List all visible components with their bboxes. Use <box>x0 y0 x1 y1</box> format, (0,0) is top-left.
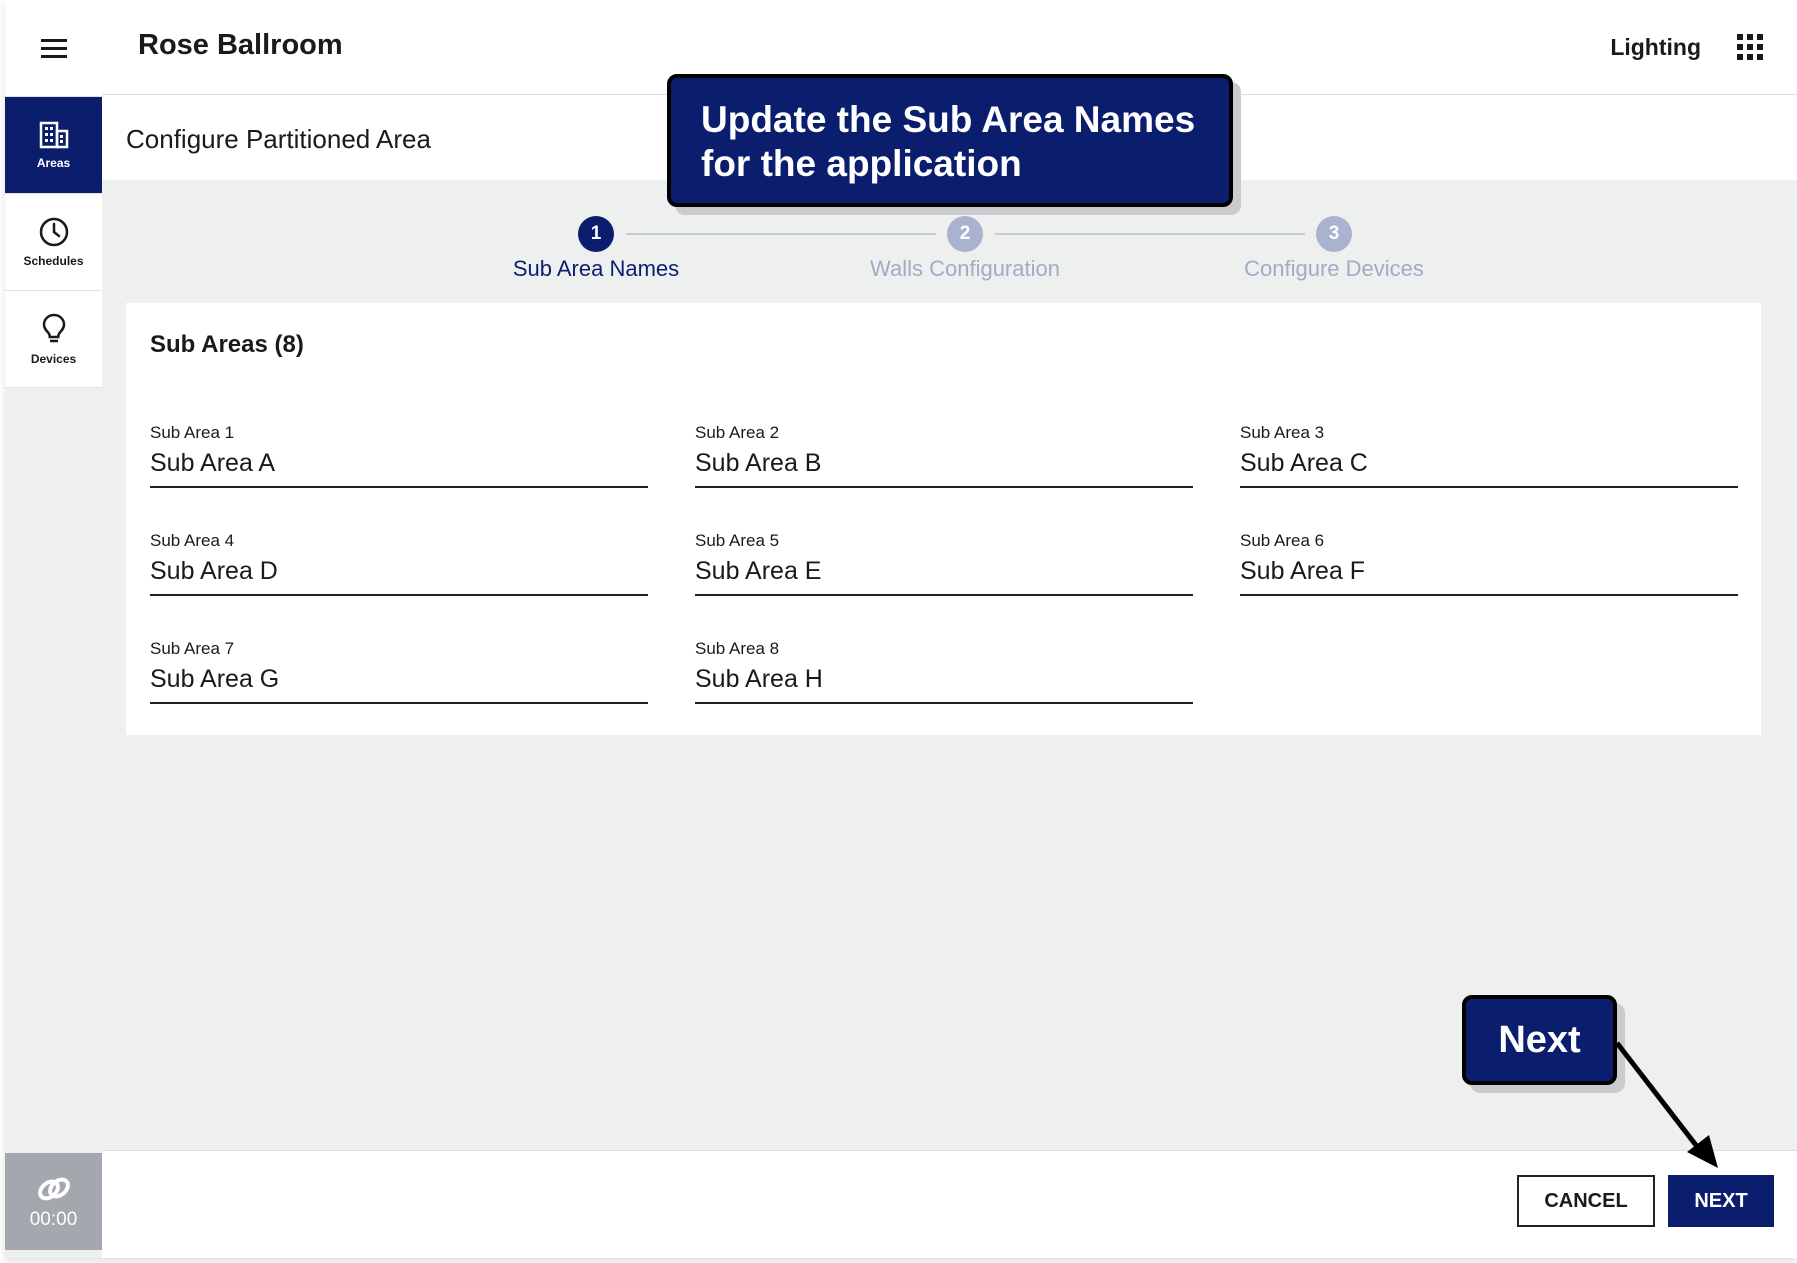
next-hint-text: Next <box>1498 1018 1581 1061</box>
sub-area-field-1: Sub Area 1 <box>150 423 648 501</box>
link-icon <box>37 1177 70 1200</box>
field-label: Sub Area 8 <box>695 639 780 658</box>
sub-area-field-7: Sub Area 7 <box>150 639 648 717</box>
step-sub-area-names[interactable]: 1 Sub Area Names <box>436 216 756 282</box>
callout-emphasis: Sub Area Names <box>902 99 1196 140</box>
sub-area-name-input-2[interactable] <box>695 449 1193 488</box>
footer-bar: CANCEL NEXT <box>102 1150 1797 1258</box>
sub-area-field-5: Sub Area 5 <box>695 531 1193 609</box>
sidebar-item-devices[interactable]: Devices <box>5 291 102 388</box>
sidebar-item-areas[interactable]: Areas <box>5 97 102 194</box>
building-icon <box>39 121 68 149</box>
sub-area-field-3: Sub Area 3 <box>1240 423 1738 501</box>
app-grid-icon[interactable] <box>1736 33 1764 61</box>
sub-area-name-input-5[interactable] <box>695 557 1193 596</box>
field-label: Sub Area 5 <box>695 531 780 550</box>
sub-areas-card: Sub Areas (8) Sub Area 1 Sub Area 2 Sub … <box>126 303 1761 735</box>
sub-area-field-6: Sub Area 6 <box>1240 531 1738 609</box>
app-name: Lighting <box>1610 34 1701 60</box>
session-timer[interactable]: 00:00 <box>5 1153 102 1250</box>
sidebar-item-label: Areas <box>36 156 71 170</box>
callout-line-1: Update the Sub Area Names <box>701 98 1199 142</box>
step-number: 3 <box>1316 216 1352 252</box>
sub-area-name-input-6[interactable] <box>1240 557 1738 596</box>
sub-area-name-input-3[interactable] <box>1240 449 1738 488</box>
step-label: Walls Configuration <box>870 256 1060 281</box>
field-label: Sub Area 4 <box>150 531 235 550</box>
field-label: Sub Area 3 <box>1240 423 1325 442</box>
field-label: Sub Area 7 <box>150 639 235 658</box>
field-label: Sub Area 1 <box>150 423 235 442</box>
sub-area-field-2: Sub Area 2 <box>695 423 1193 501</box>
page-title: Configure Partitioned Area <box>126 124 431 154</box>
sub-area-field-4: Sub Area 4 <box>150 531 648 609</box>
sidebar-item-label: Schedules <box>23 254 84 268</box>
field-label: Sub Area 2 <box>695 423 780 442</box>
sidebar: Areas Schedules Devices 00:00 <box>5 0 103 1258</box>
area-title: Rose Ballroom <box>138 29 343 61</box>
hamburger-icon <box>40 39 67 58</box>
clock-icon <box>39 217 68 247</box>
hamburger-menu-button[interactable] <box>5 0 102 97</box>
instruction-callout: Update the Sub Area Names for the applic… <box>667 74 1233 207</box>
sub-area-name-input-1[interactable] <box>150 449 648 488</box>
sub-area-field-8: Sub Area 8 <box>695 639 1193 717</box>
sub-area-name-input-4[interactable] <box>150 557 648 596</box>
timer-value: 00:00 <box>29 1208 78 1230</box>
step-walls-configuration[interactable]: 2 Walls Configuration <box>805 216 1125 282</box>
sidebar-item-label: Devices <box>30 352 77 366</box>
step-label: Configure Devices <box>1244 256 1424 281</box>
callout-prefix: Update the <box>701 99 903 140</box>
sub-area-name-input-7[interactable] <box>150 665 648 704</box>
sub-areas-title: Sub Areas (8) <box>150 331 304 358</box>
lightbulb-icon <box>42 313 65 343</box>
next-hint-callout: Next <box>1462 995 1617 1085</box>
next-button[interactable]: NEXT <box>1668 1175 1774 1227</box>
step-label: Sub Area Names <box>512 256 680 281</box>
sidebar-item-schedules[interactable]: Schedules <box>5 194 102 291</box>
field-label: Sub Area 6 <box>1240 531 1325 550</box>
step-number: 2 <box>947 216 983 252</box>
step-number: 1 <box>578 216 614 252</box>
step-configure-devices[interactable]: 3 Configure Devices <box>1174 216 1494 282</box>
sub-area-name-input-8[interactable] <box>695 665 1193 704</box>
callout-line-2: for the application <box>701 143 1022 184</box>
cancel-button[interactable]: CANCEL <box>1517 1175 1655 1227</box>
